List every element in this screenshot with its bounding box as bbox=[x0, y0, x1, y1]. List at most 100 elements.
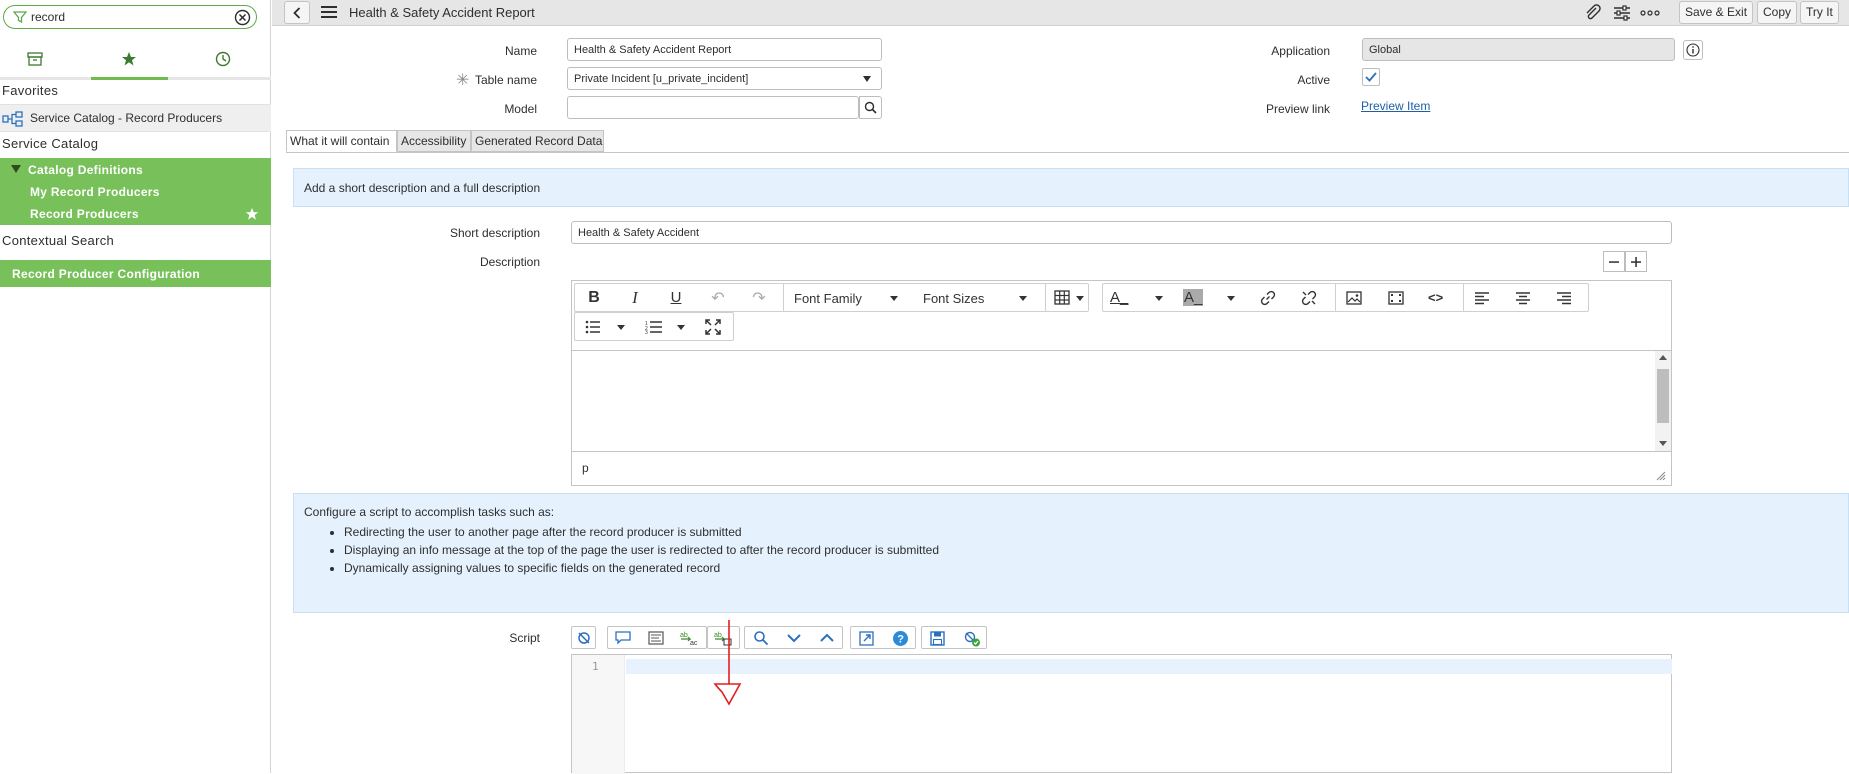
toggle-syntax-button[interactable] bbox=[571, 626, 596, 649]
comment-icon[interactable] bbox=[615, 631, 631, 645]
svg-text:?: ? bbox=[897, 634, 904, 646]
background-color-icon[interactable]: A_ bbox=[1183, 289, 1204, 306]
italic-icon[interactable]: I bbox=[620, 284, 650, 311]
active-tab-indicator bbox=[91, 77, 168, 80]
font-sizes-dropdown-icon[interactable] bbox=[1019, 296, 1027, 301]
catalog-definitions-item[interactable]: Catalog Definitions bbox=[28, 163, 143, 177]
text-color-icon[interactable]: A_ bbox=[1110, 289, 1128, 306]
clear-filter-icon[interactable] bbox=[234, 9, 251, 26]
search-icon[interactable] bbox=[753, 630, 769, 646]
format-code-icon[interactable] bbox=[648, 631, 664, 645]
source-code-icon[interactable]: <> bbox=[1428, 290, 1443, 305]
open-in-window-icon[interactable] bbox=[859, 631, 874, 646]
description-info-text: Add a short description and a full descr… bbox=[304, 181, 541, 195]
numbered-list-dropdown-icon[interactable] bbox=[677, 325, 685, 330]
nav-filter-input[interactable] bbox=[31, 9, 221, 25]
tab-generated-record-data[interactable]: Generated Record Data bbox=[471, 130, 604, 152]
redo-icon[interactable]: ↷ bbox=[744, 284, 774, 311]
image-icon[interactable] bbox=[1346, 291, 1362, 305]
font-family-dropdown-icon[interactable] bbox=[890, 296, 898, 301]
favorite-item[interactable]: Service Catalog - Record Producers bbox=[0, 104, 271, 132]
font-sizes-select[interactable]: Font Sizes bbox=[923, 291, 984, 306]
script-help-group: ? bbox=[850, 626, 916, 649]
align-center-icon[interactable] bbox=[1515, 291, 1531, 305]
font-family-select[interactable]: Font Family bbox=[794, 291, 862, 306]
video-icon[interactable] bbox=[1388, 291, 1404, 305]
find-next-icon[interactable] bbox=[787, 633, 801, 643]
editor-scrollbar[interactable] bbox=[1655, 351, 1671, 451]
script-edit-group: ab ac bbox=[607, 626, 707, 649]
find-previous-icon[interactable] bbox=[820, 633, 834, 643]
description-label: Description bbox=[479, 255, 540, 269]
replace-icon[interactable]: abac bbox=[680, 630, 698, 646]
application-info-button[interactable] bbox=[1683, 40, 1703, 60]
align-right-icon[interactable] bbox=[1556, 291, 1572, 305]
description-content-area[interactable] bbox=[573, 351, 1655, 451]
active-label: Active bbox=[1297, 73, 1330, 87]
text-color-dropdown-icon[interactable] bbox=[1155, 296, 1163, 301]
hierarchy-icon bbox=[2, 111, 23, 127]
bullet-list-dropdown-icon[interactable] bbox=[617, 325, 625, 330]
attachment-icon[interactable] bbox=[1583, 4, 1603, 22]
background-color-dropdown-icon[interactable] bbox=[1227, 296, 1235, 301]
record-producers-item[interactable]: Record Producers bbox=[30, 207, 139, 221]
bullet-list-icon[interactable] bbox=[585, 320, 601, 334]
svg-text:3: 3 bbox=[645, 330, 648, 334]
favorite-item-label: Service Catalog - Record Producers bbox=[30, 111, 223, 125]
more-options-icon[interactable] bbox=[1640, 4, 1660, 22]
caret-down-icon[interactable] bbox=[11, 165, 21, 173]
tab-divider bbox=[286, 152, 1849, 153]
active-code-line[interactable] bbox=[626, 659, 1672, 674]
table-name-select[interactable]: Private Incident [u_private_incident] bbox=[567, 67, 882, 90]
script-debug-icon[interactable] bbox=[963, 630, 981, 647]
application-navigator: Favorites Service Catalog - Record Produ… bbox=[0, 0, 271, 773]
record-producer-configuration-item[interactable]: Record Producer Configuration bbox=[0, 260, 271, 287]
scroll-up-icon[interactable] bbox=[1659, 355, 1667, 360]
short-description-field[interactable]: Health & Safety Accident bbox=[571, 221, 1672, 244]
save-exit-button[interactable]: Save & Exit bbox=[1679, 1, 1754, 24]
model-lookup-button[interactable] bbox=[859, 96, 882, 119]
scroll-thumb[interactable] bbox=[1657, 369, 1669, 423]
align-left-icon[interactable] bbox=[1474, 291, 1490, 305]
help-icon[interactable]: ? bbox=[892, 630, 909, 647]
resize-handle-icon[interactable] bbox=[1656, 471, 1666, 481]
script-info-item: Dynamically assigning values to specific… bbox=[344, 559, 939, 577]
back-button[interactable] bbox=[284, 1, 310, 24]
try-it-button[interactable]: Try It bbox=[1800, 1, 1839, 24]
fullscreen-icon[interactable] bbox=[705, 319, 721, 335]
scroll-down-icon[interactable] bbox=[1659, 441, 1667, 446]
bold-icon[interactable]: B bbox=[579, 284, 609, 311]
all-apps-tab[interactable] bbox=[24, 48, 46, 70]
preview-item-link[interactable]: Preview Item bbox=[1361, 99, 1430, 113]
service-catalog-heading[interactable]: Service Catalog bbox=[2, 136, 98, 151]
underline-icon[interactable]: U bbox=[661, 284, 691, 311]
numbered-list-icon[interactable]: 123 bbox=[645, 320, 663, 334]
table-icon[interactable] bbox=[1054, 290, 1070, 305]
history-tab[interactable] bbox=[212, 48, 234, 70]
favorites-tab[interactable] bbox=[118, 48, 140, 70]
name-field[interactable]: Health & Safety Accident Report bbox=[567, 38, 882, 61]
undo-icon[interactable]: ↶ bbox=[703, 284, 733, 311]
save-icon[interactable] bbox=[930, 631, 945, 646]
tab-what-it-will-contain[interactable]: What it will contain bbox=[286, 130, 397, 152]
preview-link-label: Preview link bbox=[1265, 102, 1330, 116]
favorite-star-icon[interactable] bbox=[245, 207, 259, 221]
unlink-icon[interactable] bbox=[1301, 290, 1317, 306]
shrink-editor-button[interactable] bbox=[1603, 251, 1625, 272]
my-record-producers-item[interactable]: My Record Producers bbox=[30, 185, 160, 199]
favorites-heading: Favorites bbox=[2, 83, 59, 98]
link-icon[interactable] bbox=[1260, 290, 1276, 306]
expand-editor-button[interactable] bbox=[1625, 251, 1647, 272]
description-info-box: Add a short description and a full descr… bbox=[293, 168, 1849, 207]
contextual-search-heading[interactable]: Contextual Search bbox=[2, 233, 114, 248]
archive-icon bbox=[27, 52, 43, 66]
script-info-title: Configure a script to accomplish tasks s… bbox=[304, 505, 555, 519]
copy-button[interactable]: Copy bbox=[1757, 1, 1798, 24]
model-field[interactable] bbox=[567, 96, 859, 119]
table-dropdown-icon[interactable] bbox=[1076, 296, 1084, 301]
tab-accessibility[interactable]: Accessibility bbox=[397, 130, 471, 152]
check-icon bbox=[1365, 72, 1377, 82]
hamburger-menu-icon[interactable] bbox=[320, 4, 338, 20]
active-checkbox[interactable] bbox=[1362, 68, 1380, 86]
settings-sliders-icon[interactable] bbox=[1612, 4, 1632, 22]
